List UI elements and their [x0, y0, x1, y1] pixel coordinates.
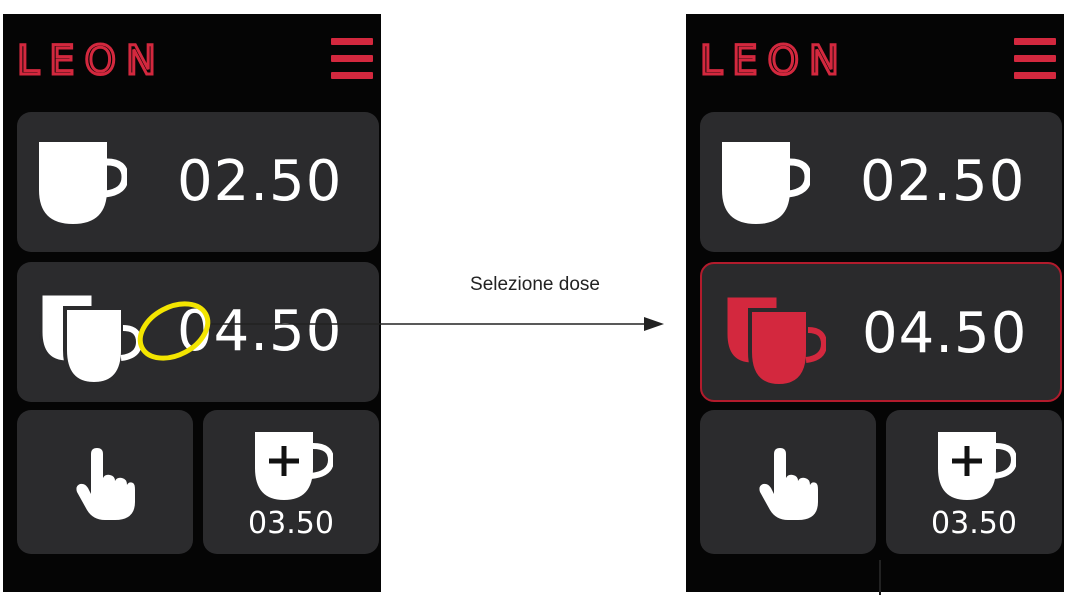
dose-button-single[interactable]: 02.50	[17, 112, 379, 252]
double-cup-icon	[39, 292, 141, 387]
tap-highlight-ellipse	[137, 301, 211, 361]
custom-dose-value: 03.50	[248, 506, 334, 541]
leon-logo: LEON	[700, 38, 849, 82]
manual-dose-button[interactable]	[17, 410, 193, 554]
hand-pointer-icon	[76, 448, 135, 520]
manual-dose-button[interactable]	[700, 410, 876, 554]
custom-dose-value: 03.50	[931, 506, 1017, 541]
single-cup-icon	[722, 142, 810, 224]
dose-button-double-selected[interactable]: 04.50	[700, 262, 1062, 402]
custom-dose-button[interactable]: 03.50	[886, 410, 1062, 554]
dose-value-single: 02.50	[860, 149, 1026, 214]
hand-pointer-icon	[759, 448, 818, 520]
double-cup-icon	[724, 294, 826, 389]
single-cup-icon	[39, 142, 127, 224]
custom-dose-button[interactable]: 03.50	[203, 410, 379, 554]
cup-plus-icon	[938, 432, 1016, 500]
svg-text:LEON: LEON	[17, 38, 166, 82]
dose-value-double: 04.50	[862, 301, 1028, 366]
dose-value-single: 02.50	[177, 149, 343, 214]
machine-screen-right: LEON 02.50 04.50 03.50	[686, 14, 1064, 592]
svg-text:LEON: LEON	[700, 38, 849, 82]
menu-icon[interactable]	[1014, 38, 1056, 80]
annotation-caption: Selezione dose	[470, 274, 600, 295]
annotation-tick	[879, 560, 881, 595]
menu-icon[interactable]	[331, 38, 373, 80]
cup-plus-icon	[255, 432, 333, 500]
leon-logo: LEON	[17, 38, 166, 82]
dose-button-single[interactable]: 02.50	[700, 112, 1062, 252]
